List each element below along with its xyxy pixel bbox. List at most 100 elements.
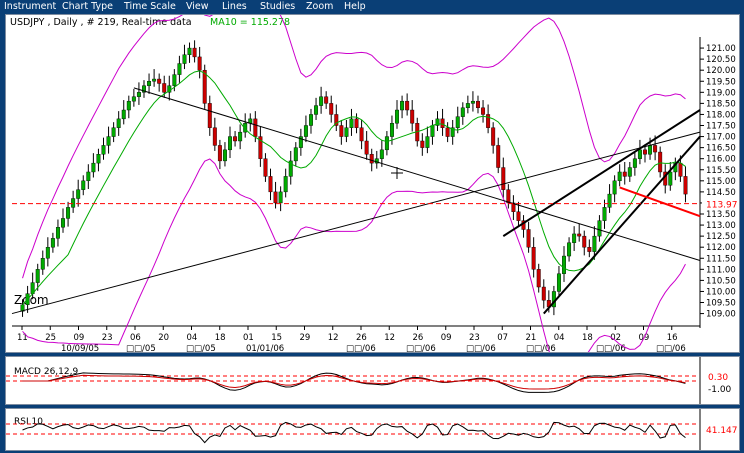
x-month-label: □□/05 [186,344,216,353]
candle-body [445,127,450,137]
wedge-lower-line [543,135,701,315]
candle [612,175,617,203]
candle-body [632,158,637,168]
candle-body [228,136,232,151]
candle-body [567,242,572,257]
price-chart[interactable]: USDJPY , Daily , # 219, Real-time data M… [6,15,740,353]
candle [597,215,602,242]
candle [283,168,288,198]
candle-body [344,127,349,137]
candle-body [278,191,283,204]
candle [192,40,197,63]
candle-body [597,220,602,237]
candle-body [531,246,536,270]
candle [541,279,546,309]
candle-body [283,176,288,193]
candle-body [653,145,658,153]
candle [329,95,334,123]
y-tick-label: 118.50 [706,99,736,109]
candle [506,184,511,209]
candle [157,73,162,92]
candle-body [430,125,435,137]
candle-body [465,103,470,109]
candle [395,100,399,129]
candle-body [202,69,207,104]
candle [658,146,663,178]
candle-body [50,238,55,248]
candle [238,124,243,150]
candle [334,104,339,132]
candle-body [207,103,212,128]
candle [268,168,273,201]
y-tick-label: 112.50 [706,232,736,242]
candle [303,115,308,143]
menu-chart-type[interactable]: Chart Type [62,1,113,12]
candle [531,237,536,278]
x-month-label: □□/06 [346,344,376,353]
candle [425,126,430,154]
candle-body [643,149,647,155]
menu-lines[interactable]: Lines [222,1,247,12]
candle [400,95,405,119]
candle [147,73,152,94]
candle-body [481,107,486,115]
menu-bar: Instrument Chart Type Time Scale View Lines S… [0,0,744,14]
candle [637,139,642,165]
rsi-value-label: 41.147 [706,426,738,436]
candle [167,75,172,101]
candle [374,150,379,169]
candle [111,122,116,143]
candle [81,175,86,196]
candle-body [420,140,425,148]
candle [101,137,106,160]
macd-tick-label: -1.00 [708,385,732,395]
candle [228,126,232,159]
rsi-chart[interactable]: RSI 10 41.147 [6,409,740,451]
candle-body [359,127,364,142]
menu-help[interactable]: Help [344,1,366,12]
candle-body [121,109,126,120]
candle-body [61,218,65,228]
candle-body [627,167,632,177]
y-tick-label: 113.50 [706,210,736,220]
candle [121,100,126,125]
candle [673,157,678,181]
candle-body [587,246,592,252]
y-tick-label: 109.00 [706,310,736,320]
menu-view[interactable]: View [186,1,209,12]
candle [96,148,101,172]
menu-time-scale[interactable]: Time Scale [124,1,176,12]
candle-body [222,149,227,162]
candle-body [101,145,106,155]
candle-body [400,100,405,111]
menu-zoom[interactable]: Zoom [306,1,333,12]
macd-chart[interactable]: MACD 26,12,90.30-1.00 [6,357,740,405]
candle [587,239,592,258]
x-tick-label: 04 [554,333,565,343]
x-tick-label: 29 [300,333,311,343]
candle [45,237,50,267]
macd-panel[interactable]: MACD 26,12,9 0.30 -1.00 [5,356,740,405]
y-tick-label: 119.50 [706,77,736,87]
candle [496,137,501,174]
y-tick-label: 111.00 [706,265,736,275]
price-chart-panel[interactable]: USDJPY , Daily , # 219, Real-time data M… [5,14,740,353]
candle [521,215,526,238]
candle [298,128,303,156]
candle-body [147,81,152,86]
rsi-panel[interactable]: RSI 10 41.147 [5,408,740,451]
menu-studies[interactable]: Studies [260,1,295,12]
candle [577,223,582,242]
candle [632,150,637,176]
candle-body [172,74,177,86]
x-tick-label: 11 [17,333,28,343]
menu-instrument[interactable]: Instrument [4,1,56,12]
candle [61,208,65,233]
candle-body [637,149,642,159]
candle-body [182,54,187,64]
candle-body [526,229,531,248]
candle [126,95,131,119]
x-tick-label: 09 [74,333,85,343]
candle-body [349,118,354,128]
candle-body [541,286,546,301]
